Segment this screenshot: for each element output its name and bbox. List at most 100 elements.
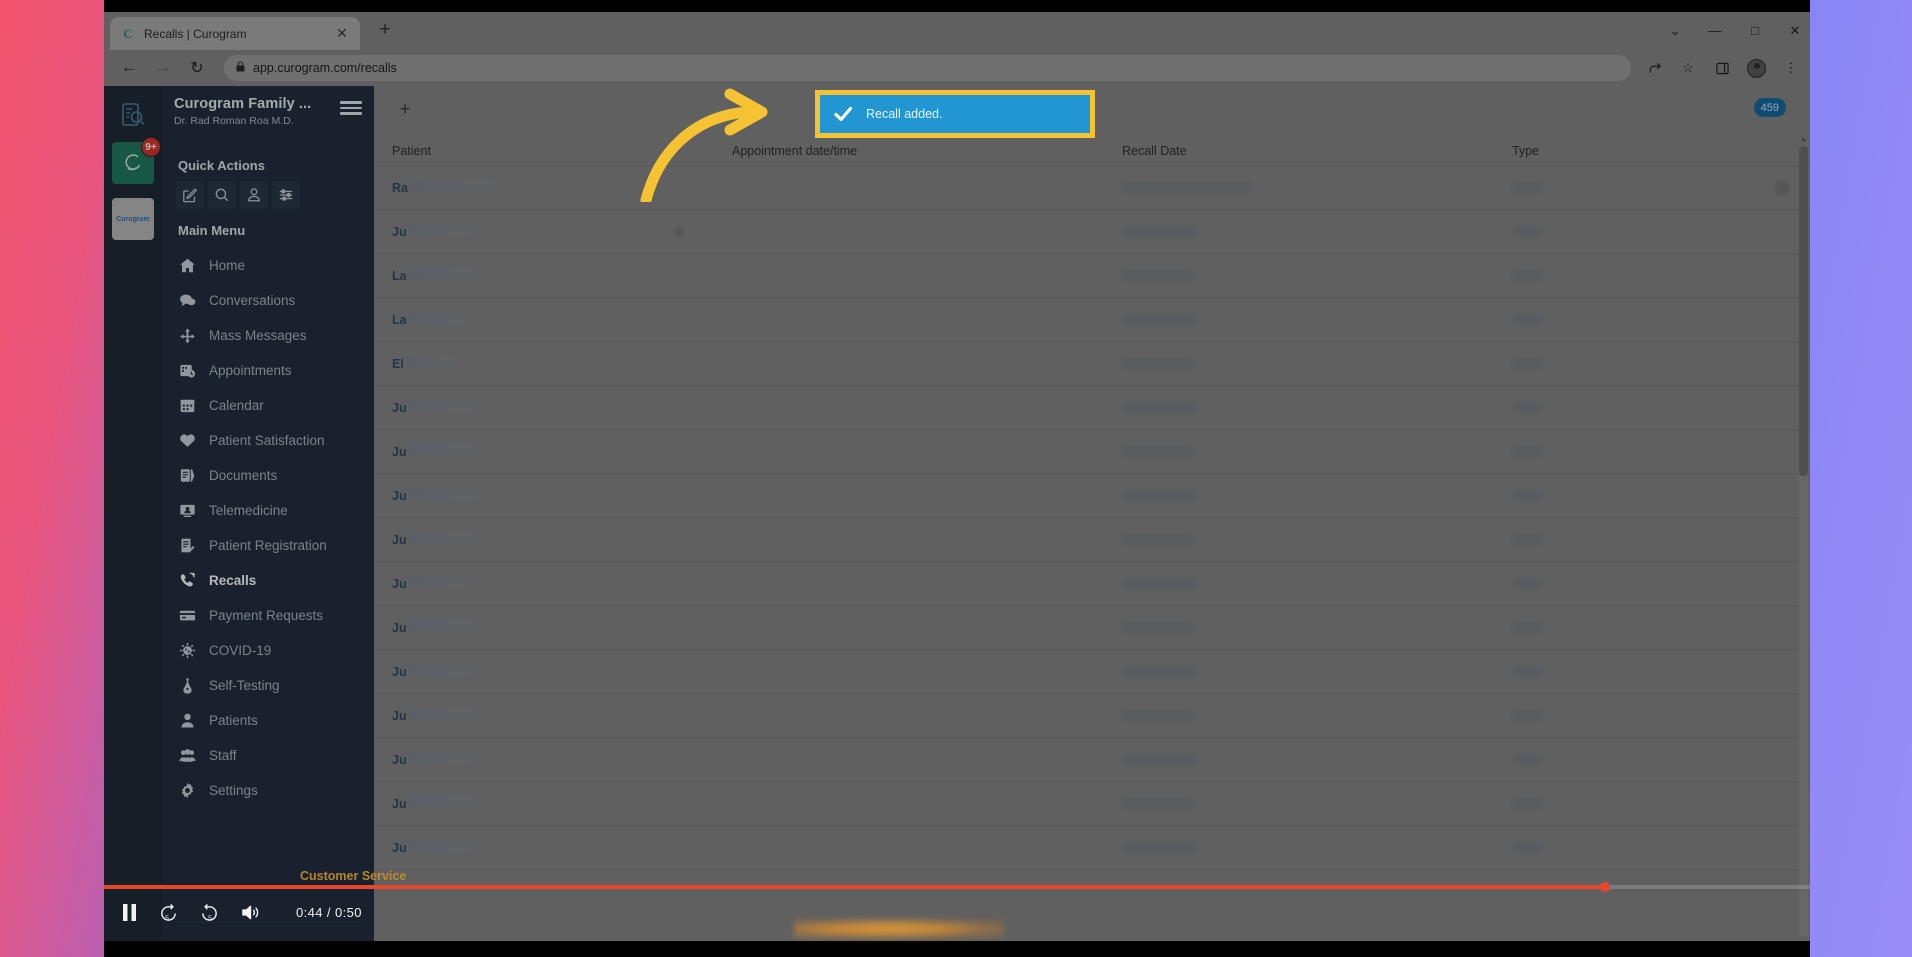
forward-icon[interactable]: → (148, 54, 178, 82)
table-row[interactable]: Ju (374, 694, 1810, 738)
recalls-clipboard-icon[interactable] (112, 94, 154, 136)
back-icon[interactable]: ← (114, 54, 144, 82)
patient-name-redacted (407, 312, 474, 324)
curogram-logo[interactable]: Curogram (112, 198, 154, 240)
browser-tab[interactable]: C Recalls | Curogram ✕ (110, 17, 360, 50)
cell-patient[interactable]: Ju (392, 752, 732, 767)
sidebar-item-patient-satisfaction[interactable]: Patient Satisfaction (162, 423, 374, 458)
recalls-page: + 459 Patient Appointment date/time Reca… (374, 86, 1810, 941)
patient-name-prefix: Ju (392, 621, 407, 635)
bookmark-star-icon[interactable]: ☆ (1679, 59, 1697, 77)
compose-icon[interactable] (176, 181, 204, 209)
browser-menu-icon[interactable]: ⋮ (1782, 59, 1800, 77)
sidebar-item-conversations[interactable]: Conversations (162, 283, 374, 318)
sidebar-item-documents[interactable]: Documents (162, 458, 374, 493)
list-scrollbar-thumb[interactable] (1799, 146, 1808, 476)
column-header-type[interactable]: Type (1512, 144, 1792, 158)
cell-recall-date (1122, 358, 1512, 369)
recall-date-redacted (1122, 842, 1194, 853)
table-row[interactable]: Ju (374, 430, 1810, 474)
table-row[interactable]: La (374, 254, 1810, 298)
cell-patient[interactable]: Ju (392, 620, 732, 635)
sidebar-item-patients[interactable]: Patients (162, 703, 374, 738)
chevron-down-icon[interactable]: ⌄ (1668, 24, 1682, 38)
recall-count-badge[interactable]: 459 (1753, 98, 1786, 117)
volume-icon[interactable] (241, 904, 260, 921)
add-patient-icon[interactable] (240, 181, 268, 209)
sidebar-item-payment-requests[interactable]: Payment Requests (162, 598, 374, 633)
patient-name-prefix: Ju (392, 225, 407, 239)
table-row[interactable]: Ju (374, 474, 1810, 518)
pause-icon[interactable] (122, 903, 137, 921)
sidebar-item-covid-19[interactable]: COVID-19 (162, 633, 374, 668)
sidebar-item-home[interactable]: Home (162, 248, 374, 283)
table-row[interactable]: El (374, 342, 1810, 386)
table-row[interactable]: Ju (374, 210, 1810, 254)
patient-name: Ju (392, 708, 484, 723)
cell-patient[interactable]: Ju (392, 400, 732, 415)
table-row[interactable]: Ju (374, 826, 1810, 870)
share-icon[interactable] (1645, 59, 1663, 77)
table-row[interactable]: Ju (374, 606, 1810, 650)
unread-badge: 9+ (141, 137, 161, 157)
cell-patient[interactable]: Ra (392, 180, 732, 195)
sidebar-item-self-testing[interactable]: Self-Testing (162, 668, 374, 703)
menu-icon[interactable] (340, 98, 362, 118)
cell-patient[interactable]: El (392, 356, 732, 371)
new-tab-button[interactable]: + (374, 20, 396, 42)
address-bar[interactable]: app.curogram.com/recalls (224, 55, 1631, 81)
table-row[interactable]: La (374, 298, 1810, 342)
recall-date-redacted (1122, 446, 1194, 457)
list-scrollbar[interactable] (1799, 146, 1808, 936)
sidebar-item-telemedicine[interactable]: Telemedicine (162, 493, 374, 528)
sidebar-item-mass-messages[interactable]: Mass Messages (162, 318, 374, 353)
recall-phone-icon (178, 571, 197, 590)
cell-patient[interactable]: Ju (392, 488, 732, 503)
toast-notification[interactable]: Recall added. (820, 95, 1090, 133)
rewind-5-icon[interactable]: 5 (159, 903, 178, 922)
column-header-patient[interactable]: Patient (392, 144, 732, 158)
minimize-button[interactable]: — (1708, 24, 1722, 38)
search-icon[interactable] (208, 181, 236, 209)
column-header-recall-date[interactable]: Recall Date (1122, 144, 1512, 158)
side-panel-icon[interactable] (1713, 59, 1731, 77)
add-recall-button[interactable]: + (392, 98, 418, 124)
table-row[interactable]: Ju (374, 650, 1810, 694)
close-window-button[interactable]: ✕ (1788, 24, 1802, 38)
video-scrubber-track[interactable] (104, 882, 1810, 892)
table-row[interactable]: Ju (374, 562, 1810, 606)
table-row[interactable]: Ju (374, 782, 1810, 826)
cell-patient[interactable]: Ju (392, 444, 732, 459)
table-row[interactable]: Ra (374, 166, 1810, 210)
maximize-button[interactable]: □ (1748, 24, 1762, 38)
table-row[interactable]: Ju (374, 518, 1810, 562)
cell-patient[interactable]: Ju (392, 796, 732, 811)
sidebar-item-staff[interactable]: Staff (162, 738, 374, 773)
sidebar-item-appointments[interactable]: Appointments (162, 353, 374, 388)
cell-patient[interactable]: Ju (392, 664, 732, 679)
forward-5-icon[interactable]: 5 (200, 903, 219, 922)
profile-avatar[interactable] (1747, 58, 1766, 78)
cell-patient[interactable]: Ju (392, 532, 732, 547)
table-row[interactable]: Ju (374, 386, 1810, 430)
scroll-up-arrow-icon[interactable]: ▲ (1799, 136, 1808, 143)
sidebar-item-label: COVID-19 (209, 643, 272, 658)
sidebar-item-recalls[interactable]: Recalls (162, 563, 374, 598)
table-row[interactable]: Ju (374, 738, 1810, 782)
reload-icon[interactable]: ↻ (182, 54, 212, 82)
video-scrubber-handle[interactable] (1600, 882, 1611, 892)
cell-patient[interactable]: Ju (392, 840, 732, 855)
sidebar-item-calendar[interactable]: Calendar (162, 388, 374, 423)
sidebar-item-patient-registration[interactable]: Patient Registration (162, 528, 374, 563)
cell-type (1512, 534, 1792, 545)
cell-patient[interactable]: Ju (392, 576, 732, 591)
curogram-app-icon[interactable]: 9+ (112, 137, 161, 184)
recall-date-redacted (1122, 622, 1194, 633)
cell-patient[interactable]: Ju (392, 708, 732, 723)
cell-patient[interactable]: La (392, 312, 732, 327)
column-header-appointment[interactable]: Appointment date/time (732, 144, 1122, 158)
sidebar-item-settings[interactable]: Settings (162, 773, 374, 808)
close-tab-icon[interactable]: ✕ (334, 26, 350, 42)
filter-icon[interactable] (272, 181, 300, 209)
cell-patient[interactable]: La (392, 268, 732, 283)
